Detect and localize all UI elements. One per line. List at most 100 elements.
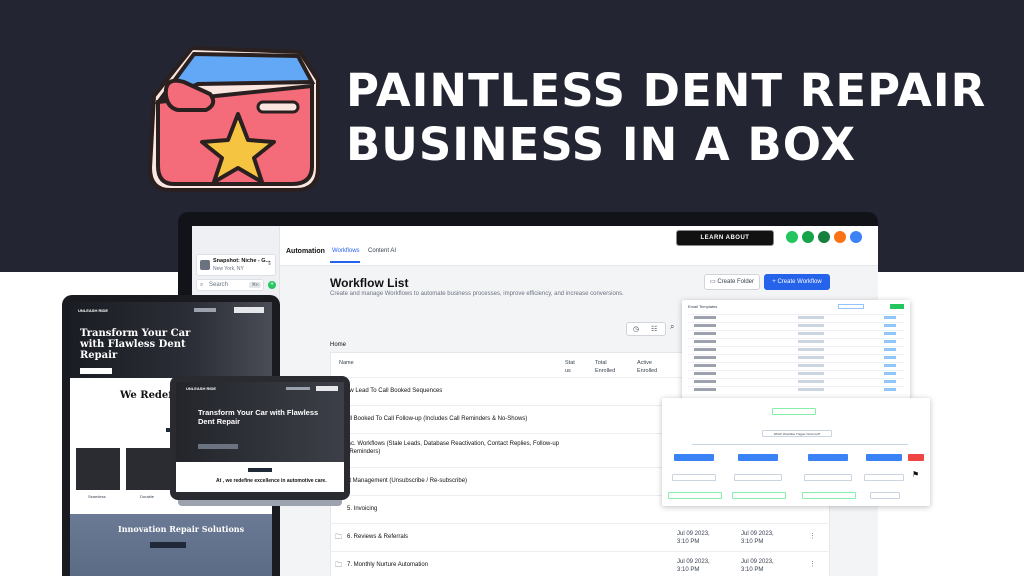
header-name: Name [339,360,354,366]
trigger-question: Which Workflow Trigger Occurred? [762,430,832,437]
tab-workflows[interactable]: Workflows [332,248,360,254]
tag-label [248,468,272,472]
action-node [672,474,716,481]
sidebar-search[interactable]: ⌕ Search ⌘K [196,279,264,291]
car-caption: Seamless [88,494,106,499]
action-node [804,474,852,481]
action-node [864,474,904,481]
mini-hero-title: Transform Your Car with Flawless Dent Re… [198,408,319,426]
email-templates-screenshot: Email Templates [682,300,910,408]
search-box [838,304,864,309]
header-total-enrolled: Total Enrolled [595,360,616,374]
branch-node [866,454,902,461]
help-icon[interactable] [850,231,862,243]
megaphone-icon[interactable] [818,231,830,243]
branch-node [808,454,848,461]
workflow-name: 1. New Lead To Call Booked Sequences [335,388,443,394]
create-folder-button[interactable]: ▭ Create Folder [704,274,760,290]
mini-tagline: At , we redefine excellence in automotiv… [216,478,327,484]
header-status: Stat us [565,360,575,374]
more-options-icon[interactable]: ⋮ [809,532,816,540]
list-item [688,362,904,368]
branch-line [692,444,908,445]
table-row[interactable]: 🗀 7. Monthly Nurture Automation Jul 09 2… [331,551,831,576]
action-node [802,492,856,499]
list-item [688,322,904,328]
bell-icon[interactable] [834,231,846,243]
refresh-icon[interactable] [802,231,814,243]
branch-node [908,454,924,461]
created-date: Jul 09 2023, 3:10 PM [677,559,710,573]
list-item [688,386,904,392]
section-title: Automation [286,248,325,255]
location-city: New York, NY [213,266,244,272]
mini-laptop-screen: UNLEASH RIDE Transform Your Car with Fla… [176,382,344,492]
create-folder-label: Create Folder [717,279,755,285]
mini-hero: UNLEASH RIDE Transform Your Car with Fla… [176,382,344,462]
hero-button [80,368,112,374]
workflow-name: 4. List Management (Unsubscribe / Re-sub… [335,478,468,484]
headline-line-2: BUSINESS IN A BOX [346,118,857,171]
list-item [688,346,904,352]
site-logo: UNLEASH RIDE [78,308,109,313]
car-caption: Durable [140,494,155,499]
innovation-title: Innovation Repair Solutions [118,524,245,534]
branch-node [738,454,778,461]
created-date: Jul 09 2023, 3:10 PM [677,531,710,545]
headline: PAINTLESS DENT REPAIR BUSINESS IN A BOX [346,64,986,172]
learn-about-workflows-button[interactable]: LEARN ABOUT WORKFLOWS [676,230,774,255]
list-view-icon[interactable]: ☷ [651,325,657,333]
location-switcher[interactable]: Snapshot: Niche - G... New York, NY ⇕ [196,254,276,276]
search-icon: ⌕ [200,282,204,288]
workflow-builder-screenshot: Which Workflow Trigger Occurred? ⚑ [662,398,930,506]
list-item [688,338,904,344]
header-active-enrolled: Active Enrolled [637,360,658,374]
view-toggle[interactable]: ◷ ☷ [626,322,666,336]
site-logo: UNLEASH RIDE [186,386,217,391]
page-subtitle: Create and manage Workflows to automate … [330,291,624,297]
workflow-name: 5. Invoicing [347,506,378,512]
list-item [688,354,904,360]
tab-content-ai[interactable]: Content AI [368,248,396,254]
top-bar: Automation Workflows Content AI LEARN AB… [280,226,878,266]
workflow-name: 3. Misc. Workflows (Stale Leads, Databas… [335,441,559,455]
table-row[interactable]: 🗀 6. Reviews & Referrals Jul 09 2023, 3:… [331,523,831,551]
list-item [688,378,904,384]
flag-icon: ⚑ [912,470,920,479]
create-workflow-button[interactable]: + Create Workflow [764,274,830,290]
car-image [126,448,170,490]
search-placeholder: Search [209,282,229,288]
innovation-button [150,542,186,548]
branch-node [674,454,714,461]
search-shortcut: ⌘K [249,282,261,288]
tablet-hero-title: Transform Your Car with Flawless Dent Re… [80,328,191,361]
list-item [688,314,904,320]
innovation-section: Innovation Repair Solutions [70,514,272,576]
trigger-node [772,408,816,415]
phone-icon[interactable] [786,231,798,243]
updated-date: Jul 09 2023, 3:10 PM [741,531,774,545]
workflow-name: 2. Call Booked To Call Follow-up (Includ… [335,416,528,422]
more-options-icon[interactable]: ⋮ [809,560,816,568]
nav-link [194,308,216,312]
location-name: Snapshot: Niche - G... [213,258,271,264]
tablet-hero: UNLEASH RIDE Transform Your Car with Fla… [70,302,272,378]
headline-line-1: PAINTLESS DENT REPAIR [346,64,987,117]
box-star-icon [147,45,320,192]
folder-icon: 🗀 [335,534,342,541]
mini-laptop-base [178,500,342,506]
updated-date: Jul 09 2023, 3:10 PM [741,559,774,573]
action-node [732,492,786,499]
nav-button [234,307,264,313]
car-image [76,448,120,490]
hero-button [198,444,238,449]
quick-add-icon[interactable]: + [268,281,276,289]
breadcrumb[interactable]: Home [330,342,346,348]
workflow-name: 6. Reviews & Referrals [347,534,409,540]
list-item [688,330,904,336]
list-item [688,370,904,376]
table-search-icon[interactable]: ⌕ [670,322,674,332]
chevron-updown-icon: ⇕ [266,261,272,267]
clock-icon[interactable]: ◷ [633,325,639,333]
building-icon [200,260,210,270]
